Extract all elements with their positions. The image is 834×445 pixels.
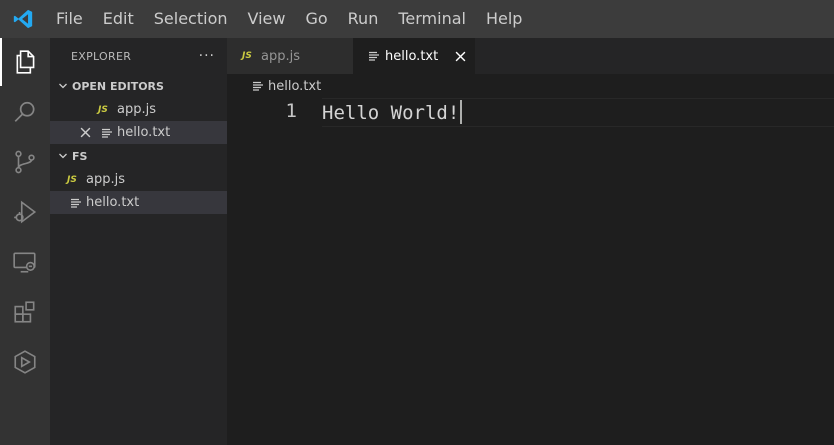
text-file-icon bbox=[251, 79, 265, 93]
file-item-hello-txt[interactable]: hello.txt bbox=[50, 191, 227, 214]
line-number: 1 bbox=[285, 100, 297, 122]
search-icon[interactable] bbox=[0, 88, 50, 136]
text-cursor bbox=[460, 100, 463, 124]
menu-terminal[interactable]: Terminal bbox=[388, 0, 476, 38]
explorer-icon[interactable] bbox=[0, 38, 50, 86]
remote-explorer-icon[interactable] bbox=[0, 238, 50, 286]
activity-bar bbox=[0, 38, 50, 445]
file-item-app-js[interactable]: JS app.js bbox=[50, 168, 227, 191]
live-share-icon[interactable] bbox=[0, 338, 50, 386]
chevron-down-icon bbox=[56, 149, 70, 163]
open-editors-header[interactable]: OPEN EDITORS bbox=[50, 74, 227, 98]
source-control-icon[interactable] bbox=[0, 138, 50, 186]
js-file-icon: JS bbox=[98, 104, 108, 115]
code-line[interactable]: Hello World! bbox=[322, 100, 463, 124]
explorer-sidebar: EXPLORER ··· OPEN EDITORS JS app.js hell… bbox=[50, 38, 227, 445]
menu-go[interactable]: Go bbox=[295, 0, 337, 38]
folder-title: FS bbox=[72, 149, 88, 163]
close-icon[interactable] bbox=[78, 125, 92, 139]
run-debug-icon[interactable] bbox=[0, 188, 50, 236]
js-file-icon: JS bbox=[242, 51, 252, 61]
text-file-icon bbox=[100, 126, 114, 140]
open-editor-label: app.js bbox=[117, 102, 156, 117]
open-editors-title: OPEN EDITORS bbox=[72, 79, 164, 93]
menu-run[interactable]: Run bbox=[338, 0, 389, 38]
tab-app-js[interactable]: JS app.js bbox=[227, 38, 353, 74]
title-bar: File Edit Selection View Go Run Terminal… bbox=[0, 0, 834, 38]
text-file-icon bbox=[367, 49, 381, 63]
editor-tabs: JS app.js hello.txt bbox=[227, 38, 834, 74]
breadcrumb: hello.txt bbox=[227, 74, 834, 98]
vscode-logo-icon bbox=[0, 0, 46, 38]
menu-bar: File Edit Selection View Go Run Terminal… bbox=[46, 0, 532, 38]
open-editor-item-app-js[interactable]: JS app.js bbox=[50, 98, 227, 121]
menu-help[interactable]: Help bbox=[476, 0, 532, 38]
tab-label: hello.txt bbox=[385, 48, 439, 64]
folder-header-fs[interactable]: FS bbox=[50, 144, 227, 168]
file-label: app.js bbox=[86, 172, 125, 187]
file-label: hello.txt bbox=[86, 195, 140, 210]
code-editor[interactable]: 1 Hello World! bbox=[227, 98, 834, 445]
text-file-icon bbox=[69, 196, 83, 210]
code-text: Hello World! bbox=[322, 102, 460, 124]
close-tab-icon[interactable] bbox=[453, 49, 467, 63]
open-editor-label: hello.txt bbox=[117, 125, 171, 140]
menu-file[interactable]: File bbox=[46, 0, 93, 38]
chevron-down-icon bbox=[56, 79, 70, 93]
js-file-icon: JS bbox=[67, 174, 77, 185]
extensions-icon[interactable] bbox=[0, 288, 50, 336]
menu-edit[interactable]: Edit bbox=[93, 0, 144, 38]
explorer-title: EXPLORER bbox=[71, 49, 132, 63]
open-editor-item-hello-txt[interactable]: hello.txt bbox=[50, 121, 227, 144]
more-actions-icon[interactable]: ··· bbox=[199, 48, 215, 64]
menu-view[interactable]: View bbox=[238, 0, 296, 38]
breadcrumb-file[interactable]: hello.txt bbox=[268, 79, 321, 94]
explorer-header: EXPLORER ··· bbox=[50, 38, 227, 74]
tab-hello-txt[interactable]: hello.txt bbox=[353, 38, 475, 74]
tab-label: app.js bbox=[261, 48, 300, 64]
menu-selection[interactable]: Selection bbox=[144, 0, 238, 38]
